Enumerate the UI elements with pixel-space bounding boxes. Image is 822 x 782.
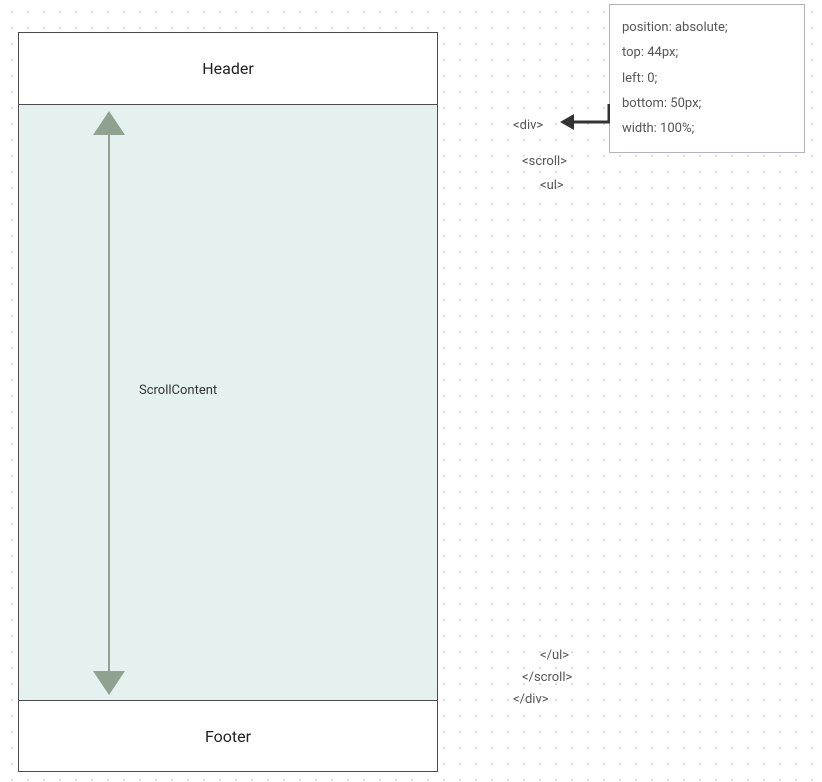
arrow-down-icon (93, 671, 125, 695)
arrow-up-icon (93, 111, 125, 135)
css-rule-line: width: 100%; (622, 116, 792, 141)
css-rules-box: position: absolute; top: 44px; left: 0; … (609, 4, 805, 153)
css-rule-line: bottom: 50px; (622, 91, 792, 116)
css-rule-line: top: 44px; (622, 40, 792, 65)
vertical-scroll-arrow (89, 111, 129, 695)
css-rule-line: position: absolute; (622, 15, 792, 40)
header-region: Header (19, 33, 437, 105)
code-tag-div-close: </div> (513, 692, 549, 707)
code-tag-scroll-close: </scroll> (522, 670, 572, 685)
scroll-content-label: ScrollContent (139, 383, 217, 398)
css-rule-line: left: 0; (622, 66, 792, 91)
code-tag-ul-open: <ul> (540, 178, 564, 193)
code-tag-ul-close: </ul> (540, 648, 569, 663)
code-tag-div-open: <div> (513, 118, 543, 133)
scroll-content-region: ScrollContent (19, 105, 437, 701)
code-tag-scroll-open: <scroll> (522, 154, 567, 169)
footer-region: Footer (19, 701, 437, 771)
footer-label: Footer (205, 727, 251, 746)
layout-diagram: Header ScrollContent Footer (18, 32, 438, 772)
arrow-shaft (108, 135, 110, 671)
pointer-arrow-icon (560, 104, 610, 134)
header-label: Header (202, 59, 254, 78)
